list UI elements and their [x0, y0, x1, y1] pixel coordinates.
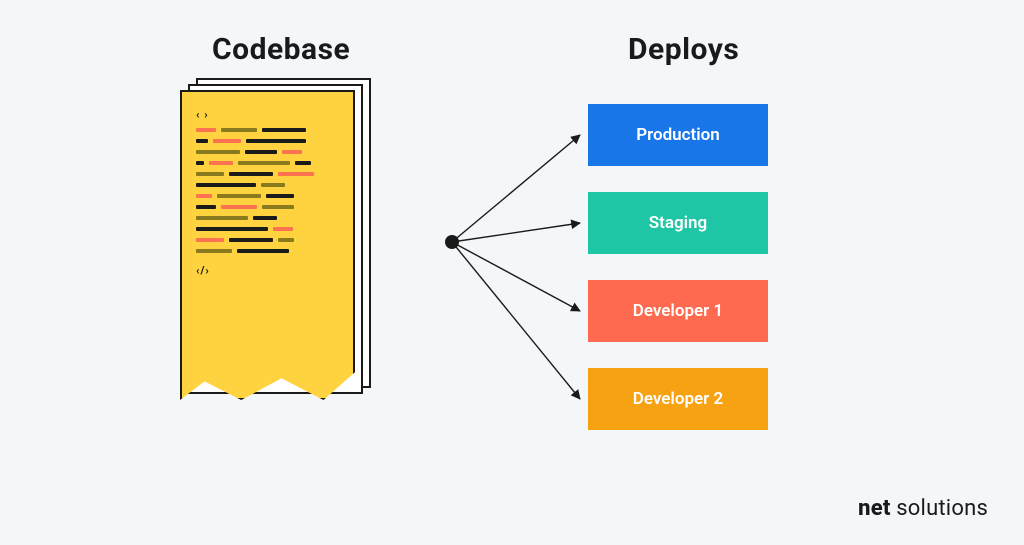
code-open-tag-icon: ‹ ›	[196, 108, 339, 121]
brand-logo-suffix: solutions	[891, 496, 988, 521]
code-lines-icon: ‹ › ‹/›	[196, 108, 339, 358]
deploy-label-production: Production	[636, 125, 720, 145]
arrows-layer-icon	[0, 0, 1024, 545]
codebase-illustration: ‹ › ‹/›	[180, 90, 370, 430]
deploy-box-staging: Staging	[588, 192, 768, 254]
deploy-box-developer1: Developer 1	[588, 280, 768, 342]
heading-codebase: Codebase	[212, 32, 350, 67]
heading-deploys: Deploys	[628, 32, 739, 67]
brand-logo-prefix: net	[858, 496, 890, 521]
diagram-stage: Codebase Deploys ‹ › ‹/›	[0, 0, 1024, 545]
deploy-label-staging: Staging	[649, 213, 707, 233]
deploy-box-production: Production	[588, 104, 768, 166]
brand-logo: net solutions	[858, 496, 988, 521]
code-close-tag-icon: ‹/›	[196, 264, 339, 277]
deploy-label-developer2: Developer 2	[633, 389, 723, 409]
deploy-label-developer1: Developer 1	[633, 301, 723, 321]
deploy-box-developer2: Developer 2	[588, 368, 768, 430]
code-page-front-icon: ‹ › ‹/›	[180, 90, 355, 400]
